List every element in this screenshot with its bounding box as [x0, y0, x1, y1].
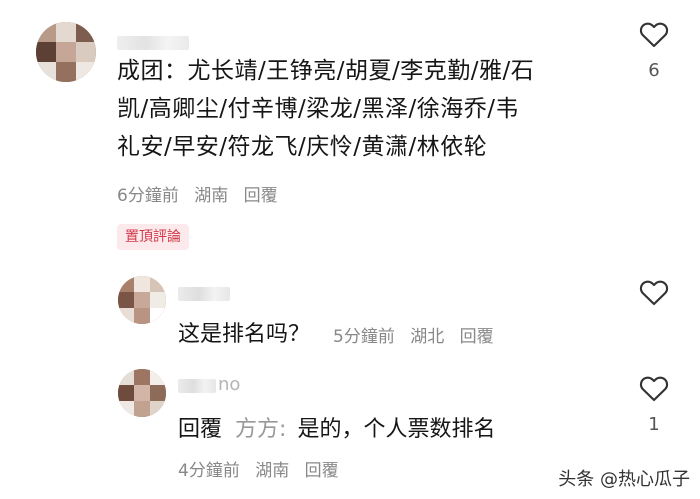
like-button[interactable]	[637, 371, 671, 405]
reply-time: 4分鐘前	[178, 461, 240, 481]
comment-meta: 6分鐘前 湖南 回覆	[117, 181, 288, 206]
like-button[interactable]	[637, 17, 671, 51]
reply-button[interactable]: 回覆	[460, 327, 494, 347]
reply-button[interactable]: 回覆	[305, 461, 339, 481]
heart-icon	[639, 22, 669, 48]
heart-icon	[639, 280, 669, 306]
watermark: 头条 @热心瓜子	[558, 469, 690, 490]
heart-icon	[639, 376, 669, 402]
reply-meta: 5分鐘前 湖北 回覆	[333, 322, 504, 347]
reply-body: 回覆 方方: 是的，个人票数排名	[178, 411, 495, 443]
reply-time: 5分鐘前	[333, 327, 395, 347]
comment-body: 成团：尤长靖/王铮亮/胡夏/李克勤/雅/石 凯/高卿尘/付辛博/梁龙/黑泽/徐海…	[117, 52, 597, 166]
pinned-comment-badge: 置頂評論	[117, 224, 189, 250]
commenter-avatar[interactable]	[36, 22, 96, 82]
comment-line: 成团：尤长靖/王铮亮/胡夏/李克勤/雅/石	[117, 58, 535, 84]
reply-location: 湖北	[410, 327, 445, 347]
reply-location: 湖南	[255, 461, 290, 481]
reply-avatar[interactable]	[118, 276, 166, 324]
commenter-name-blurred[interactable]	[117, 36, 189, 50]
reply-text: 是的，个人票数排名	[297, 417, 496, 442]
reply-meta: 4分鐘前 湖南 回覆	[178, 456, 349, 481]
comment-time: 6分鐘前	[117, 186, 179, 206]
comment-location: 湖南	[194, 186, 229, 206]
reply-name-blurred	[178, 379, 216, 393]
reply-avatar[interactable]	[118, 369, 166, 417]
reply-name-blurred[interactable]	[178, 287, 230, 301]
reply-target-user[interactable]: 方方:	[235, 417, 286, 442]
comment-line: 凯/高卿尘/付辛博/梁龙/黑泽/徐海乔/韦	[117, 96, 519, 122]
reply-name-suffix: no	[218, 374, 241, 395]
like-count: 6	[648, 60, 660, 81]
reply-prefix: 回覆	[178, 417, 223, 442]
like-count: 1	[648, 414, 660, 435]
reply-body: 这是排名吗？	[178, 316, 310, 348]
reply-button[interactable]: 回覆	[244, 186, 278, 206]
like-button[interactable]	[637, 275, 671, 309]
reply-text: 这是排名吗？	[178, 322, 311, 347]
comment-line: 礼安/早安/符龙飞/庆怜/黄潇/林依轮	[117, 134, 488, 160]
